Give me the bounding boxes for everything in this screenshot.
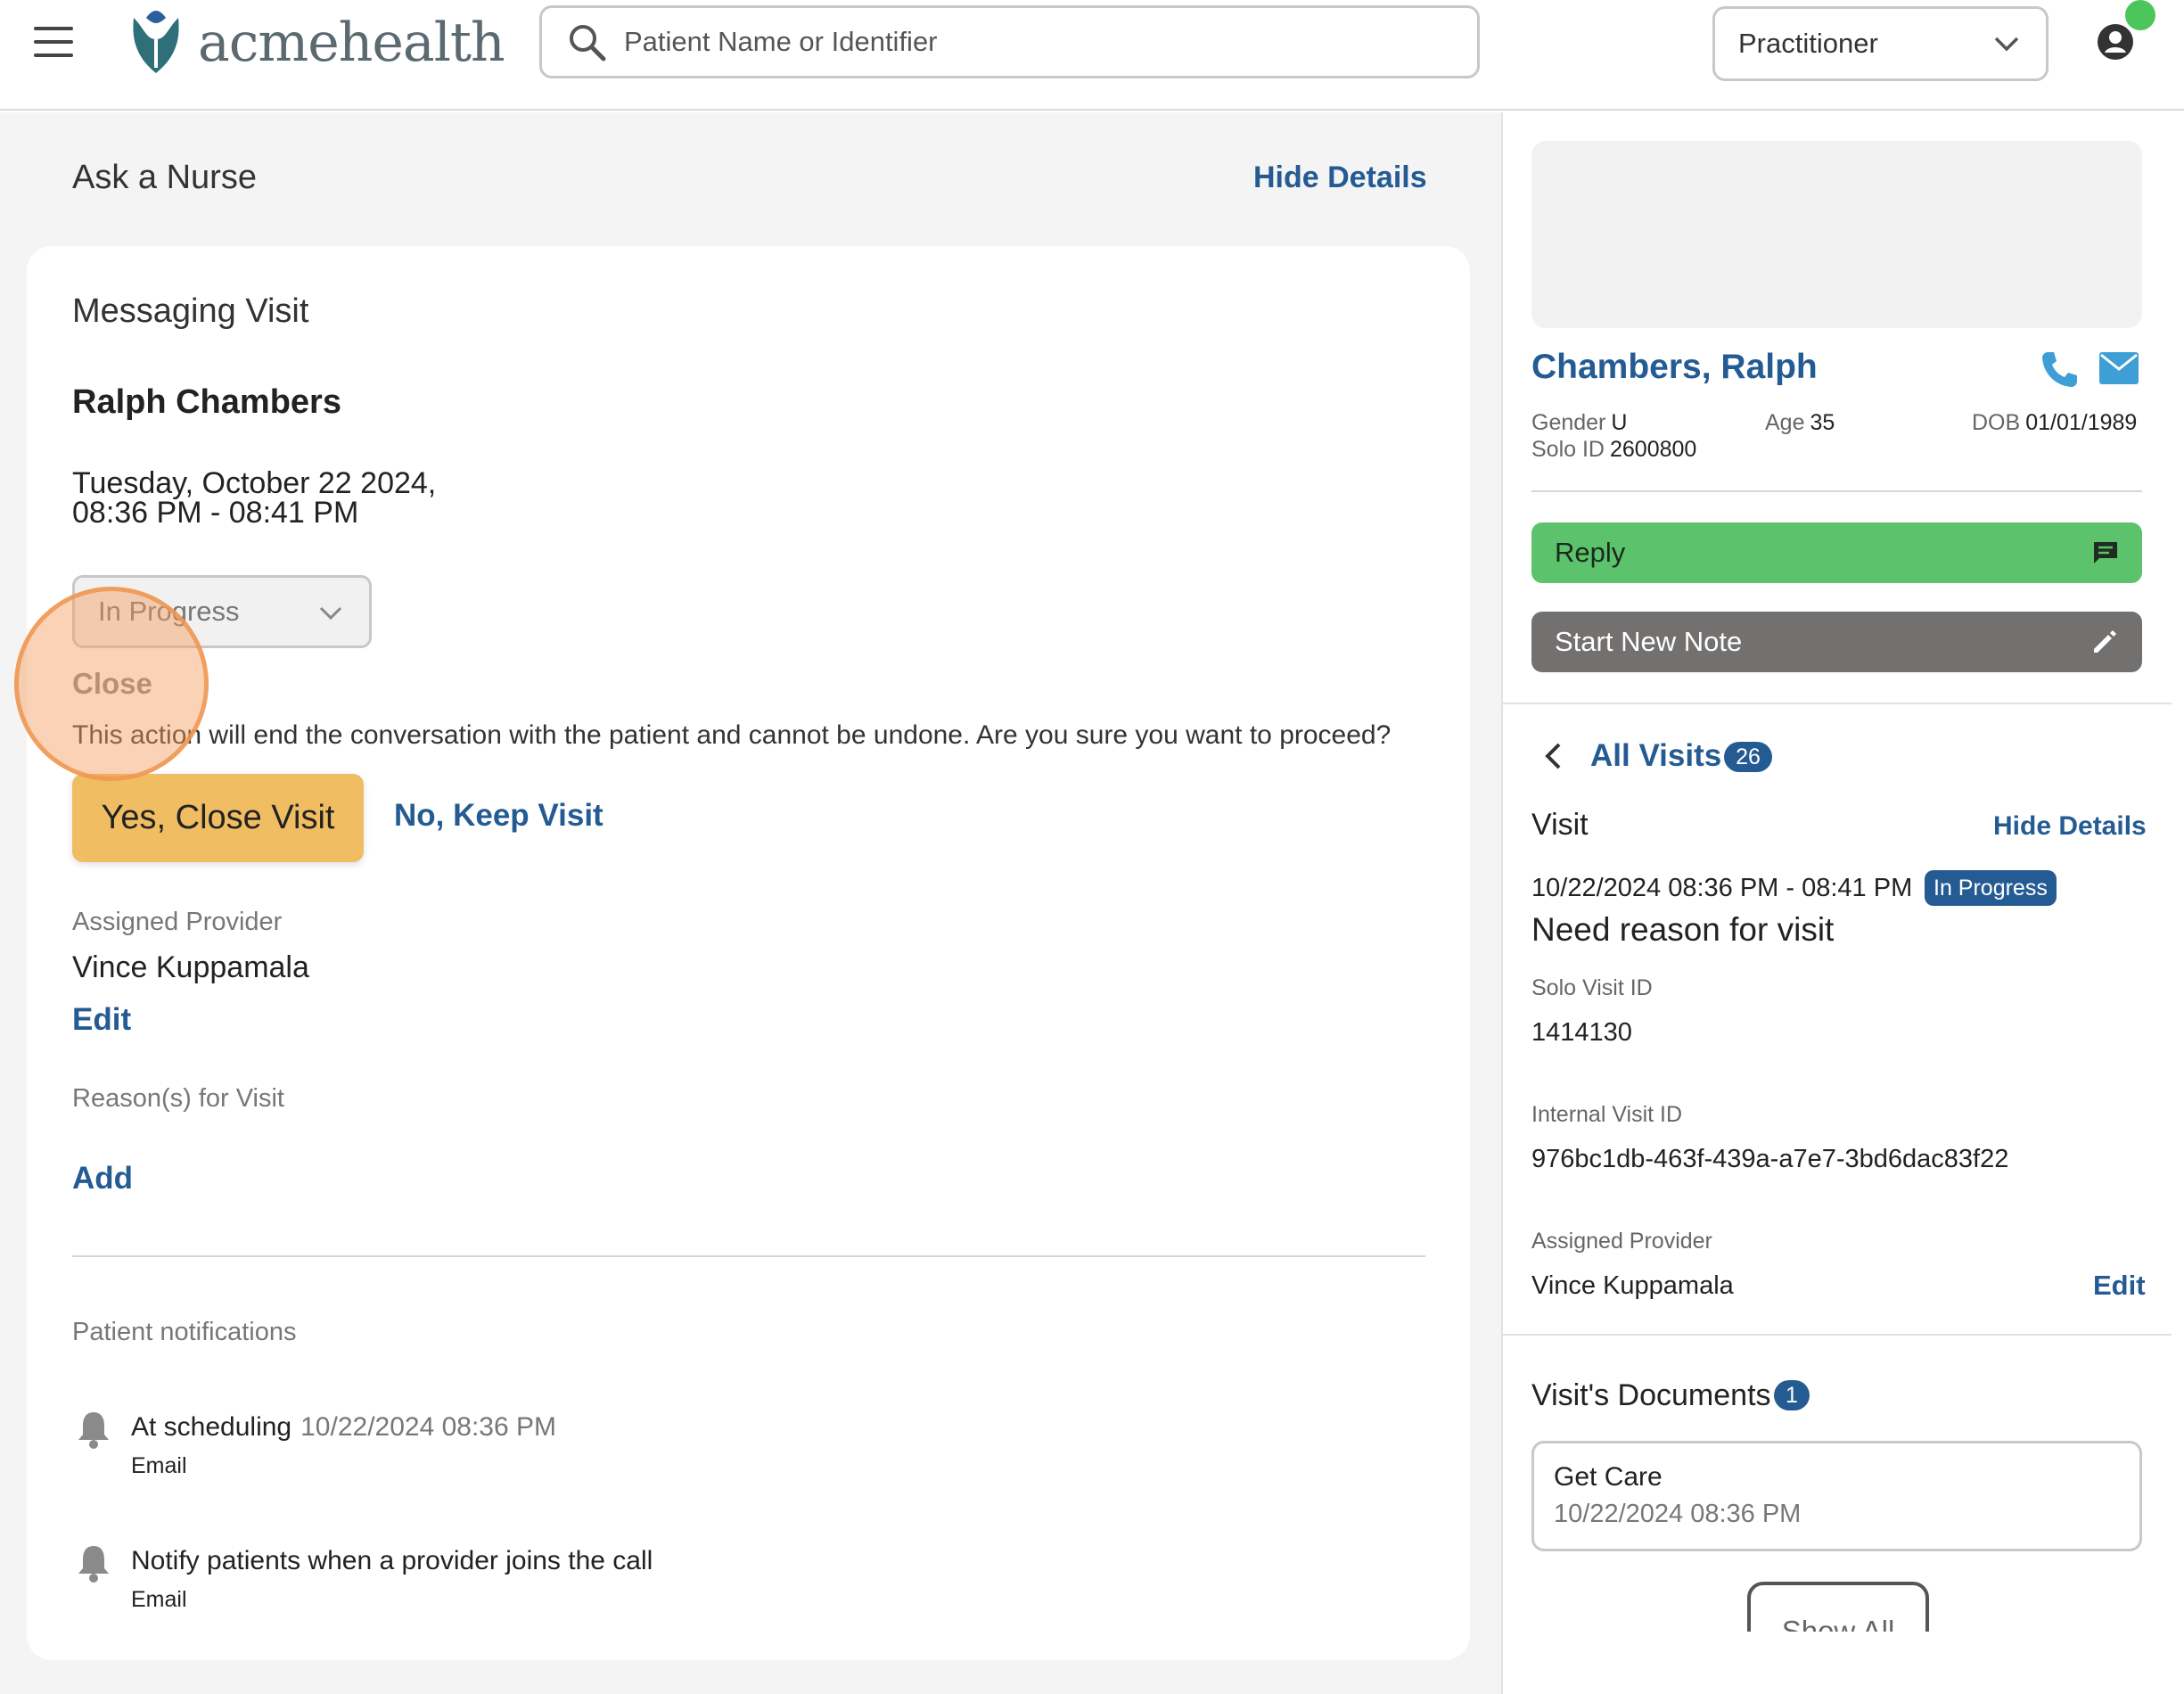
- reply-button[interactable]: Reply: [1531, 522, 2142, 583]
- patient-photo: [1531, 141, 2142, 328]
- visit-time-line: 08:36 PM - 08:41 PM: [72, 496, 359, 530]
- menu-icon[interactable]: [34, 27, 73, 57]
- hide-details-link[interactable]: Hide Details: [1253, 160, 1427, 195]
- chevron-down-icon: [319, 606, 342, 621]
- edit-provider-link[interactable]: Edit: [72, 1002, 131, 1038]
- notification-channel: Email: [131, 1587, 187, 1612]
- patient-name-link[interactable]: Chambers, Ralph: [1531, 348, 1818, 387]
- internal-visit-id-label: Internal Visit ID: [1531, 1102, 1683, 1127]
- chevron-left-icon[interactable]: [1542, 742, 1564, 770]
- notification-item: Notify patients when a provider joins th…: [131, 1546, 653, 1576]
- online-status-dot: [2125, 0, 2155, 30]
- visit-reason: Need reason for visit: [1531, 911, 1835, 948]
- close-option-label: Close: [72, 667, 152, 700]
- role-select-value: Practitioner: [1738, 28, 1878, 59]
- brand-logo[interactable]: acmehealth: [127, 7, 505, 78]
- visit-status-select[interactable]: In Progress: [72, 575, 372, 648]
- assigned-provider-label: Assigned Provider: [72, 908, 283, 936]
- pencil-icon: [2094, 630, 2116, 653]
- notification-title: Notify patients when a provider joins th…: [131, 1546, 653, 1575]
- logo-icon: [133, 11, 179, 73]
- mail-icon[interactable]: [2098, 351, 2139, 385]
- patient-dob: DOB 01/01/1989: [1972, 410, 2138, 435]
- panel-assigned-provider-label: Assigned Provider: [1531, 1229, 1712, 1254]
- reasons-label: Reason(s) for Visit: [72, 1084, 284, 1113]
- panel-divider: [1501, 703, 2172, 704]
- panel-assigned-provider-value: Vince Kuppamala: [1531, 1271, 1734, 1300]
- section-divider: [72, 1255, 1425, 1257]
- phone-icon[interactable]: [2040, 349, 2079, 389]
- page-title: Ask a Nurse: [72, 159, 257, 196]
- start-new-note-button[interactable]: Start New Note: [1531, 612, 2142, 672]
- chat-icon: [2094, 542, 2117, 563]
- document-title: Get Care: [1554, 1462, 1663, 1492]
- visit-status-value: In Progress: [98, 596, 240, 627]
- patient-solo-id: Solo ID 2600800: [1531, 437, 1697, 462]
- visit-date-line: Tuesday, October 22 2024,: [72, 466, 437, 500]
- solo-visit-id-value: 1414130: [1531, 1018, 1632, 1047]
- add-reason-link[interactable]: Add: [72, 1161, 133, 1196]
- no-keep-visit-button[interactable]: No, Keep Visit: [394, 798, 603, 834]
- visit-type: Messaging Visit: [72, 292, 309, 330]
- yes-close-visit-button[interactable]: Yes, Close Visit: [72, 774, 364, 862]
- notification-time: 10/22/2024 08:36 PM: [300, 1412, 557, 1442]
- start-new-note-label: Start New Note: [1555, 626, 1743, 657]
- patient-name: Ralph Chambers: [72, 383, 341, 421]
- account-icon[interactable]: [2097, 23, 2134, 61]
- visit-datetime: Tuesday, October 22 2024, 08:36 PM - 08:…: [72, 466, 437, 530]
- patient-notifications-label: Patient notifications: [72, 1318, 297, 1346]
- patient-search[interactable]: [539, 5, 1480, 78]
- document-card[interactable]: [1531, 1441, 2142, 1551]
- search-input[interactable]: [624, 26, 1426, 58]
- document-time: 10/22/2024 08:36 PM: [1554, 1500, 1802, 1528]
- visit-heading: Visit: [1531, 808, 1589, 842]
- search-icon: [570, 25, 606, 62]
- close-warning-text: This action will end the conversation wi…: [72, 720, 1392, 750]
- role-select[interactable]: Practitioner: [1712, 6, 2049, 81]
- panel-divider: [1531, 490, 2142, 492]
- assigned-provider-value: Vince Kuppamala: [72, 950, 309, 984]
- panel-edit-provider-link[interactable]: Edit: [2093, 1270, 2146, 1302]
- notification-title: At scheduling: [131, 1412, 292, 1442]
- hide-visit-details-link[interactable]: Hide Details: [1993, 811, 2147, 842]
- solo-visit-id-label: Solo Visit ID: [1531, 975, 1653, 1000]
- notification-item: At scheduling 10/22/2024 08:36 PM: [131, 1412, 556, 1443]
- panel-divider: [1501, 1334, 2172, 1336]
- chevron-down-icon: [1994, 37, 2019, 52]
- status-badge: In Progress: [1925, 870, 2057, 906]
- show-all-button[interactable]: Show All: [1747, 1582, 1929, 1632]
- all-visits-link[interactable]: All Visits: [1590, 738, 1721, 774]
- bell-icon: [78, 1546, 109, 1583]
- visit-documents-heading: Visit's Documents: [1531, 1378, 1771, 1412]
- notification-channel: Email: [131, 1453, 187, 1478]
- top-header: acmehealth Practitioner: [0, 0, 2184, 111]
- reply-button-label: Reply: [1555, 537, 1626, 568]
- visit-time-range: 10/22/2024 08:36 PM - 08:41 PM: [1531, 874, 1913, 902]
- visit-count-badge: 26: [1724, 742, 1772, 772]
- internal-visit-id-value: 976bc1db-463f-439a-a7e7-3bd6dac83f22: [1531, 1145, 2009, 1173]
- patient-gender: Gender U: [1531, 410, 1628, 435]
- documents-count-badge: 1: [1774, 1380, 1810, 1410]
- brand-name: acmehealth: [198, 12, 505, 74]
- patient-age: Age 35: [1765, 410, 1835, 435]
- bell-icon: [78, 1412, 109, 1449]
- show-all-container: Show All: [1747, 1582, 1929, 1632]
